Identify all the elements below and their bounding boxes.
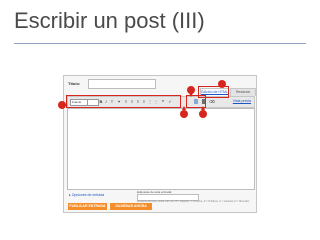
preview-link[interactable]: Vista previa bbox=[233, 99, 251, 103]
callout-arrow-media-2 bbox=[201, 106, 205, 110]
shortcuts-hint: Accesos directos: pulse Ctrl con: B = Ne… bbox=[137, 200, 250, 203]
title-divider bbox=[14, 43, 306, 44]
callout-badge-media-2 bbox=[199, 110, 207, 118]
callout-arrow-media-1 bbox=[182, 106, 186, 110]
html-tab-highlight-box bbox=[198, 86, 229, 98]
post-options-bar: ▸ Opciones de entrada Etiquetas de esta … bbox=[67, 190, 253, 203]
save-button[interactable]: GUARDAR AHORA bbox=[110, 203, 152, 210]
toolbar-highlight-box bbox=[66, 95, 181, 108]
post-options-link[interactable]: ▸ Opciones de entrada bbox=[69, 193, 104, 197]
post-body-editor[interactable] bbox=[67, 108, 255, 190]
title-label: Título: bbox=[68, 81, 81, 86]
title-input[interactable] bbox=[88, 79, 156, 89]
eraser-icon[interactable]: ⌫ bbox=[209, 99, 215, 104]
callout-arrow-image bbox=[189, 93, 193, 97]
publish-button[interactable]: PUBLICAR ENTRADA bbox=[68, 203, 107, 210]
tab-compose[interactable]: Redactar bbox=[230, 88, 256, 96]
callout-badge-html-tab bbox=[218, 80, 226, 88]
callout-badge-media-1 bbox=[180, 110, 188, 118]
slide-title: Escribir un post (III) bbox=[14, 8, 205, 33]
callout-arrow-toolbar bbox=[64, 103, 68, 107]
